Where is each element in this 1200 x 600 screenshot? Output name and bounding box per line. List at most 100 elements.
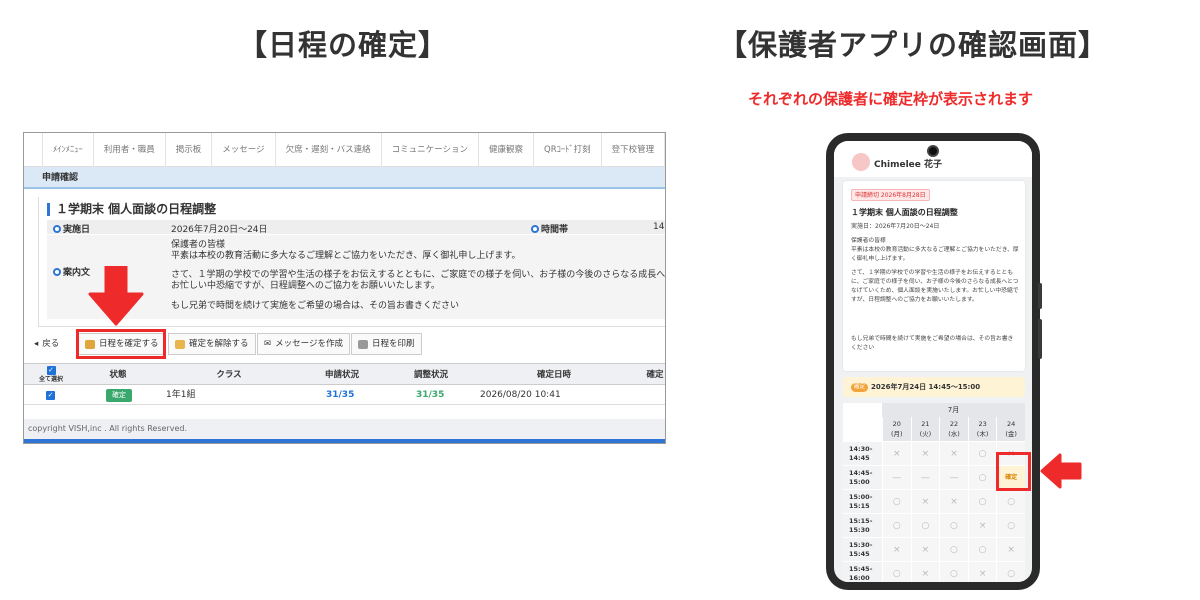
row-status: 確定 [106, 385, 132, 405]
time-slot[interactable]: ○ [882, 561, 911, 582]
time-start: 15:45- [849, 565, 873, 573]
time-slot[interactable]: × [996, 537, 1025, 561]
row-datetime: 2026/08/20 10:41 [480, 390, 561, 400]
day-of-week: (水) [948, 430, 960, 438]
guide-line: もし兄弟で時間を続けて実施をご希望の場合は、その旨お書きください [171, 301, 460, 311]
time-slot[interactable]: × [967, 513, 997, 537]
time-slot[interactable]: ○ [967, 441, 997, 465]
time-label: 15:00- 15:15 [843, 489, 882, 513]
time-slot[interactable]: — [939, 465, 968, 489]
time-label: 14:45- 15:00 [843, 465, 882, 489]
nav-item[interactable]: コミュニケーション [382, 133, 479, 167]
time-slot[interactable]: ○ [996, 489, 1025, 513]
time-label: 15:15- 15:30 [843, 513, 882, 537]
row-adjust[interactable]: 31/35 [416, 385, 444, 405]
back-button[interactable]: ◂ 戻る [28, 333, 65, 355]
time-label: 時間帯 [531, 222, 568, 235]
create-message-button[interactable]: ✉ メッセージを作成 [257, 333, 350, 355]
back-arrow-icon: ◂ [34, 339, 39, 349]
impl-value: 2026年7月20日〜24日 [171, 225, 268, 235]
nav-item[interactable]: QRｺｰﾄﾞ打刻 [534, 133, 602, 167]
row-checkbox[interactable]: ✓ [46, 385, 55, 405]
time-slot[interactable]: × [910, 489, 940, 513]
nav-item[interactable]: 学 [665, 133, 666, 167]
day-header: 22 (水) [939, 417, 968, 441]
printer-icon [358, 339, 368, 349]
time-slot[interactable]: ○ [967, 537, 997, 561]
time-slot[interactable]: × [939, 441, 968, 465]
nav-item[interactable]: ﾒｲﾝﾒﾆｭｰ [42, 133, 94, 167]
time-slot[interactable]: — [910, 465, 940, 489]
check-icon: ✓ [46, 391, 55, 400]
day-date: 23 [978, 420, 987, 428]
implementation-row: 実施日 2026年7月20日〜24日 時間帯 14:3 [47, 220, 665, 235]
impl-label: 実施日 [53, 222, 90, 235]
header-apply: 申請状況 [324, 370, 359, 380]
nav-item[interactable]: 掲示板 [166, 133, 213, 167]
username: Chimelee 花子 [874, 160, 943, 170]
camera-icon [927, 145, 939, 157]
unlock-icon [175, 339, 185, 349]
check-icon: ✓ [46, 366, 56, 375]
print-schedule-button[interactable]: 日程を印刷 [351, 333, 422, 355]
paragraph: もし兄弟で時間を続けて実施をご希望の場合は、その旨お書きください [851, 336, 1014, 351]
time-slot[interactable]: ○ [882, 513, 911, 537]
time-slot[interactable]: × [910, 537, 940, 561]
time-slot[interactable]: ○ [910, 513, 940, 537]
unconfirm-button[interactable]: 確定を解除する [168, 333, 256, 355]
time-slot[interactable]: — [882, 465, 911, 489]
nav-item[interactable]: 健康観察 [479, 133, 535, 167]
time-slot[interactable]: ○ [939, 561, 968, 582]
day-header: 24 (金) [996, 417, 1025, 441]
time-end: 15:45 [849, 550, 870, 558]
header-class: クラス [216, 370, 242, 380]
footer: copyright VISH,inc . All rights Reserved… [24, 419, 665, 439]
time-slot[interactable]: × [882, 537, 911, 561]
left-heading: 【日程の確定】 [238, 28, 449, 62]
bullet-icon [53, 267, 61, 276]
day-date: 24 [1007, 420, 1016, 428]
table-row[interactable]: ✓ 確定 1年1組 31/35 31/35 2026/08/20 10:41 [24, 385, 665, 405]
time-label: 15:30- 15:45 [843, 537, 882, 561]
time-end: 14:45 [849, 454, 870, 462]
time-slot[interactable]: ○ [882, 489, 911, 513]
row-apply[interactable]: 31/35 [326, 385, 354, 405]
header-datetime: 確定日時 [536, 370, 571, 380]
time-slot[interactable]: ○ [939, 537, 968, 561]
day-of-week: (火) [919, 430, 932, 438]
day-header: 20 (月) [882, 417, 911, 441]
nav-item[interactable]: メッセージ [212, 133, 276, 167]
time-slot[interactable]: ○ [967, 489, 997, 513]
day-of-week: (木) [976, 430, 989, 438]
time-slot[interactable]: × [967, 561, 997, 582]
left-arrow-icon [1040, 453, 1082, 489]
volume-button [1038, 283, 1042, 309]
nav-item[interactable]: 登下校管理 [602, 133, 665, 167]
guide-label: 案内文 [53, 265, 90, 278]
request-card: 申請締切 2026年8月28日 １学期末 個人面談の日程調整 実施日：2026年… [843, 181, 1025, 371]
time-start: 15:30- [849, 541, 873, 549]
time-slot[interactable]: ○ [996, 513, 1025, 537]
time-label: 14:30- 14:45 [843, 441, 882, 465]
time-end: 16:00 [849, 574, 870, 582]
status-badge: 確定 [106, 389, 132, 402]
time-slot[interactable]: ○ [967, 465, 997, 489]
confirmed-badge: 確定 [851, 383, 869, 392]
subcaption: それぞれの保護者に確定枠が表示されます [748, 90, 1034, 108]
nav-item[interactable]: 利用者・職員 [94, 133, 166, 167]
nav-item[interactable]: 欠席・遅刻・バス連絡 [276, 133, 382, 167]
time-slot[interactable]: ○ [939, 513, 968, 537]
day-date: 20 [892, 420, 901, 428]
time-end: 15:00 [849, 478, 870, 486]
time-end: 15:30 [849, 526, 870, 534]
right-heading: 【保護者アプリの確認画面】 [718, 28, 1109, 62]
time-slot[interactable]: × [910, 441, 940, 465]
phone-frame: Chimelee 花子 申請締切 2026年8月28日 １学期末 個人面談の日程… [826, 133, 1042, 590]
deadline-badge: 申請締切 2026年8月28日 [851, 189, 930, 201]
time-slot[interactable]: × [882, 441, 911, 465]
select-all-header[interactable]: ✓ 全て選択 [30, 364, 72, 386]
time-slot[interactable]: × [939, 489, 968, 513]
footer-bar [24, 439, 665, 443]
time-slot[interactable]: × [910, 561, 940, 582]
time-slot[interactable]: ○ [996, 561, 1025, 582]
